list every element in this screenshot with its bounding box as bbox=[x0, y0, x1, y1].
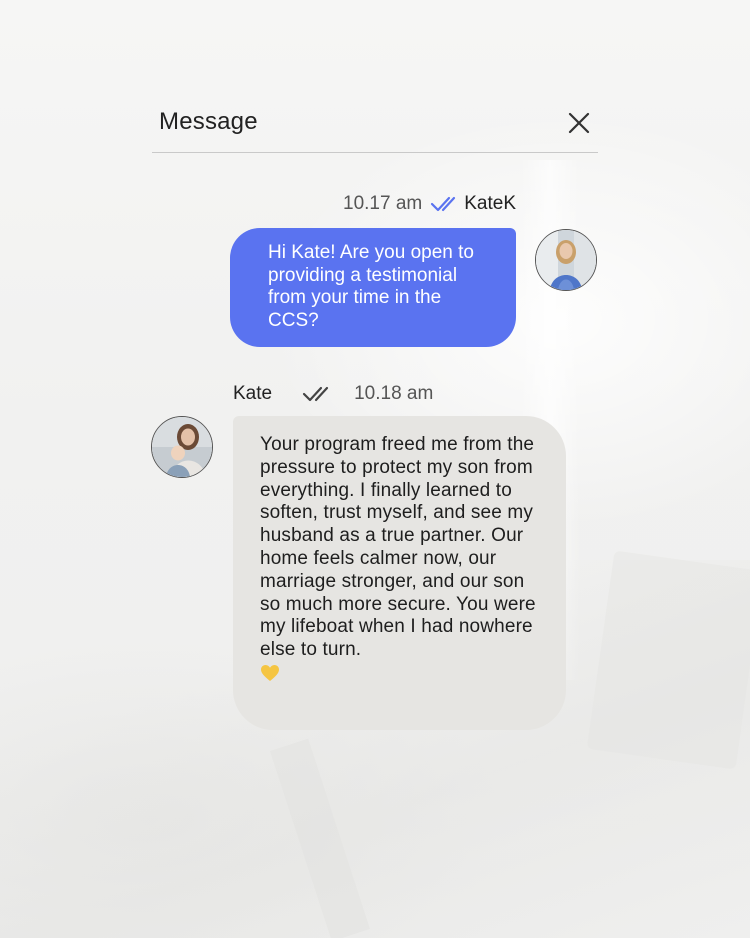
sent-time: 10.17 am bbox=[343, 193, 423, 214]
message-header-title: Message bbox=[159, 108, 258, 135]
sent-sender-name: KateK bbox=[464, 193, 516, 214]
yellow-heart-icon bbox=[260, 664, 280, 682]
close-icon[interactable] bbox=[566, 110, 592, 136]
avatar[interactable] bbox=[535, 229, 597, 291]
sent-message-bubble[interactable]: Hi Kate! Are you open to providing a tes… bbox=[230, 228, 516, 347]
sent-message-text: Hi Kate! Are you open to providing a tes… bbox=[268, 242, 474, 331]
sent-message-meta: 10.17 am KateK bbox=[343, 193, 516, 215]
close-button[interactable] bbox=[566, 110, 592, 136]
double-check-icon bbox=[302, 384, 336, 404]
received-message-text: Your program freed me from the pressure … bbox=[260, 434, 536, 661]
received-message-meta: Kate 10.18 am bbox=[233, 383, 433, 405]
avatar[interactable] bbox=[151, 416, 213, 478]
received-sender-name: Kate bbox=[233, 383, 273, 404]
received-message-bubble[interactable]: Your program freed me from the pressure … bbox=[233, 416, 566, 730]
received-time: 10.18 am bbox=[354, 383, 434, 404]
double-check-icon bbox=[430, 194, 462, 214]
header-divider bbox=[152, 152, 598, 153]
